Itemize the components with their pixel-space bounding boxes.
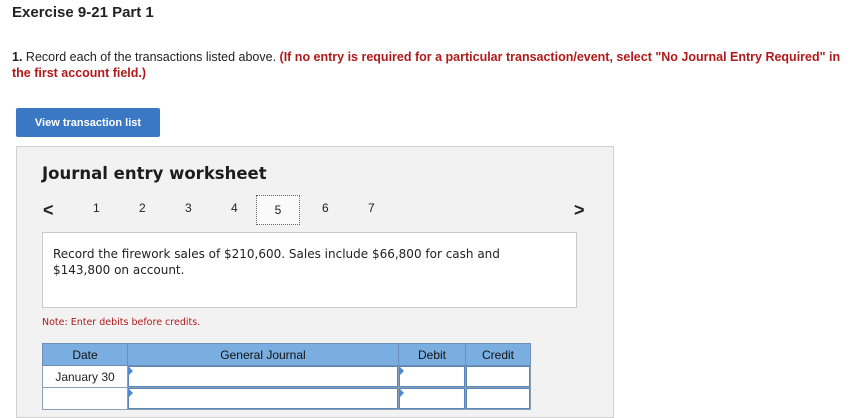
view-transaction-list-button[interactable]: View transaction list <box>16 108 160 137</box>
dropdown-marker-icon <box>399 366 404 376</box>
credit-field[interactable] <box>465 365 531 388</box>
exercise-title: Exercise 9-21 Part 1 <box>12 4 154 21</box>
date-cell <box>42 387 128 410</box>
worksheet-title: Journal entry worksheet <box>42 164 267 183</box>
credit-header: Credit <box>465 343 531 366</box>
transaction-description: Record the firework sales of $210,600. S… <box>53 247 500 277</box>
table-row: January 30 <box>42 365 531 388</box>
prev-arrow-icon[interactable]: < <box>43 200 54 221</box>
debit-credit-note: Note: Enter debits before credits. <box>42 317 201 328</box>
instruction-number: 1. <box>12 50 23 64</box>
date-cell: January 30 <box>42 365 128 388</box>
instruction-text: Record each of the transactions listed a… <box>22 50 280 64</box>
page-tab-2[interactable]: 2 <box>139 201 146 215</box>
debit-field[interactable] <box>398 387 466 410</box>
instructions: 1. Record each of the transactions liste… <box>12 49 848 81</box>
account-field[interactable] <box>127 387 399 410</box>
credit-field[interactable] <box>465 387 531 410</box>
dropdown-marker-icon <box>128 388 133 398</box>
dropdown-marker-icon <box>399 388 404 398</box>
next-arrow-icon[interactable]: > <box>574 200 585 221</box>
page-tab-4[interactable]: 4 <box>231 201 238 215</box>
account-field[interactable] <box>127 365 399 388</box>
journal-table: Date General Journal Debit Credit Januar… <box>42 343 531 410</box>
page-tab-7[interactable]: 7 <box>368 201 375 215</box>
page-tab-6[interactable]: 6 <box>322 201 329 215</box>
dropdown-marker-icon <box>128 366 133 376</box>
general-journal-header: General Journal <box>127 343 399 366</box>
page-tab-5-active[interactable]: 5 <box>256 195 300 225</box>
debit-header: Debit <box>398 343 466 366</box>
date-header: Date <box>42 343 128 366</box>
page-tab-3[interactable]: 3 <box>185 201 192 215</box>
page-tab-1[interactable]: 1 <box>93 201 100 215</box>
table-header-row: Date General Journal Debit Credit <box>42 343 531 366</box>
debit-field[interactable] <box>398 365 466 388</box>
table-row <box>42 387 531 410</box>
